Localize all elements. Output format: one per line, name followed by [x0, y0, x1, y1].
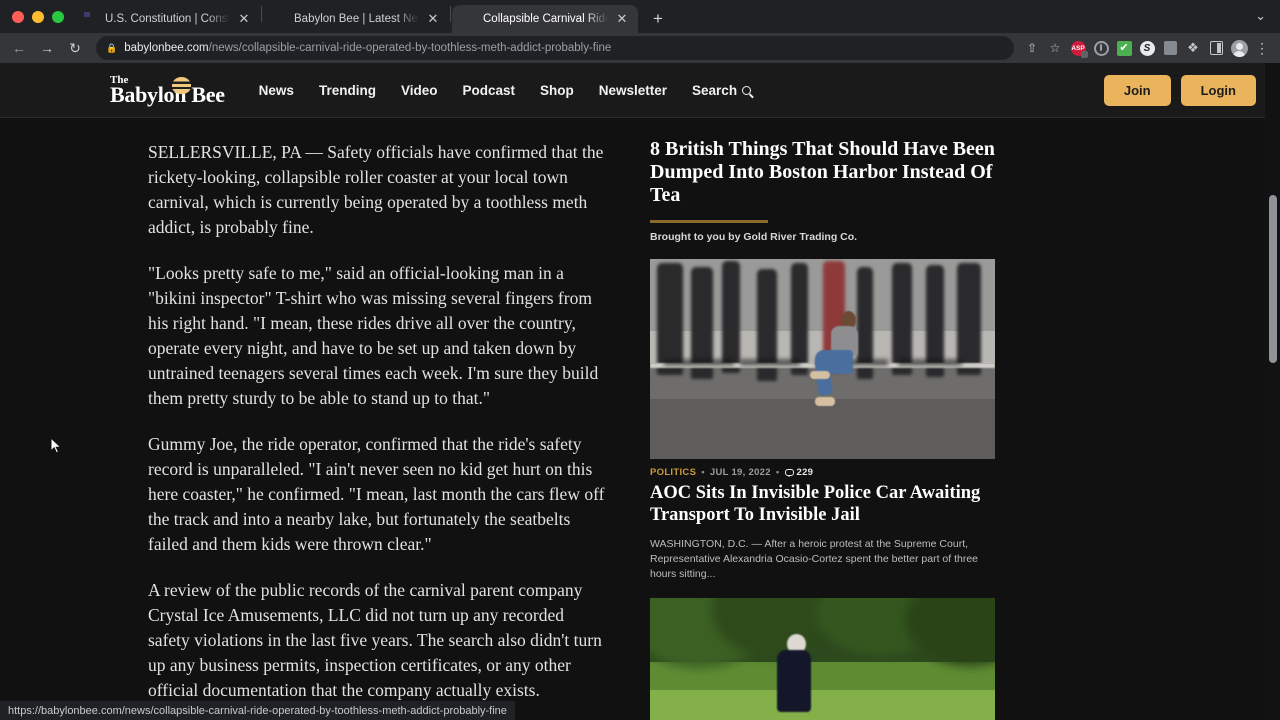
nav-item-newsletter[interactable]: Newsletter — [599, 83, 667, 98]
nav-search-label: Search — [692, 82, 738, 98]
extensions-puzzle-icon[interactable]: ❖ — [1183, 38, 1203, 58]
page-scrollbar[interactable] — [1265, 63, 1280, 720]
card-title[interactable]: AOC Sits In Invisible Police Car Awaitin… — [650, 482, 995, 526]
card-comment-count[interactable]: 229 — [784, 466, 814, 478]
nav-item-podcast[interactable]: Podcast — [462, 83, 515, 98]
checkmark-extension-icon[interactable]: ✔ — [1114, 38, 1134, 58]
maximize-window-button[interactable] — [52, 10, 64, 23]
window-traffic-lights — [8, 0, 74, 33]
nav-item-search[interactable]: Search — [692, 82, 752, 98]
reload-button[interactable]: ↻ — [62, 35, 88, 61]
adblock-asp-extension-icon[interactable]: ASP — [1068, 38, 1088, 58]
card-date: JUL 19, 2022 — [709, 466, 771, 478]
nav-item-shop[interactable]: Shop — [540, 83, 574, 98]
browser-tab-babylon-bee-latest-news[interactable]: Babylon Bee | Latest News ✕ — [263, 5, 449, 33]
us-flag-icon — [84, 12, 98, 26]
nav-item-video[interactable]: Video — [401, 83, 438, 98]
promo-divider — [650, 220, 768, 223]
join-button[interactable]: Join — [1103, 74, 1171, 106]
chrome-menu-kebab-icon[interactable]: ⋮ — [1252, 38, 1272, 58]
card-meta: POLITICS • JUL 19, 2022 • 229 — [650, 467, 995, 478]
article-paragraph: A review of the public records of the ca… — [148, 580, 602, 700]
page-viewport: The Babylon Bee News Trending Video Podc… — [0, 63, 1280, 720]
article-paragraph: SELLERSVILLE, PA — Safety officials have… — [148, 142, 604, 237]
tab-title: Collapsible Carnival Ride Oper — [483, 13, 608, 25]
address-bar[interactable]: 🔒 babylonbee.com /news/collapsible-carni… — [96, 36, 1014, 60]
logo-name-text: Babylon Bee — [110, 81, 225, 107]
profile-avatar-icon[interactable] — [1229, 38, 1249, 58]
card-category[interactable]: POLITICS — [650, 467, 696, 478]
browser-tab-us-constitution[interactable]: U.S. Constitution | Constitutio ✕ — [74, 5, 260, 33]
bee-icon — [172, 76, 191, 94]
promo-title: 8 British Things That Should Have Been D… — [650, 138, 995, 206]
sidebar-card-biden[interactable] — [650, 597, 995, 720]
tab-divider — [261, 5, 262, 22]
tab-strip: U.S. Constitution | Constitutio ✕ Babylo… — [0, 0, 1280, 33]
ghostery-extension-icon[interactable] — [1091, 38, 1111, 58]
header-actions: Join Login — [1103, 74, 1256, 106]
url-host: babylonbee.com — [124, 42, 209, 54]
browser-window: U.S. Constitution | Constitutio ✕ Babylo… — [0, 0, 1280, 720]
link-status-bar: https://babylonbee.com/news/collapsible-… — [0, 701, 515, 720]
site-logo[interactable]: The Babylon Bee — [110, 74, 225, 107]
meta-separator: • — [775, 466, 780, 478]
tab-search-chevron-down-icon[interactable]: ⌄ — [1255, 8, 1266, 24]
aoc-sitting-on-curb-photo[interactable] — [650, 258, 995, 459]
browser-toolbar: ← → ↻ 🔒 babylonbee.com /news/collapsible… — [0, 33, 1280, 63]
sidebar-card-aoc[interactable]: POLITICS • JUL 19, 2022 • 229 AOC Sits I… — [650, 258, 995, 582]
article-paragraph: Gummy Joe, the ride operator, confirmed … — [148, 434, 605, 554]
close-tab-icon[interactable]: ✕ — [615, 12, 629, 26]
tab-divider — [450, 5, 451, 22]
article-body: SELLERSVILLE, PA — Safety officials have… — [0, 128, 650, 720]
card-excerpt: WASHINGTON, D.C. — After a heroic protes… — [650, 537, 979, 580]
close-tab-icon[interactable]: ✕ — [237, 12, 251, 26]
nav-item-trending[interactable]: Trending — [319, 83, 376, 98]
promo-sponsor: Brought to you by Gold River Trading Co. — [650, 230, 858, 243]
forward-button[interactable]: → — [34, 35, 60, 61]
side-panel-icon[interactable] — [1206, 38, 1226, 58]
comment-count-value: 229 — [796, 466, 814, 478]
nav-item-news[interactable]: News — [259, 83, 294, 98]
biden-walking-on-white-house-lawn-photo[interactable] — [650, 597, 995, 720]
bee-icon — [462, 12, 476, 26]
scrollbar-thumb[interactable] — [1269, 195, 1277, 363]
bookmark-star-icon[interactable]: ☆ — [1045, 38, 1065, 58]
back-button[interactable]: ← — [6, 35, 32, 61]
article-paragraph: "Looks pretty safe to me," said an offic… — [148, 263, 599, 408]
new-tab-button[interactable]: + — [644, 5, 672, 33]
grammarly-extension-icon[interactable] — [1160, 38, 1180, 58]
login-button[interactable]: Login — [1180, 74, 1256, 106]
share-icon[interactable]: ⇧ — [1022, 38, 1042, 58]
biden-figure — [774, 633, 816, 720]
sidebar: 8 British Things That Should Have Been D… — [650, 128, 1050, 720]
bee-icon — [273, 12, 287, 26]
sponsored-promo[interactable]: 8 British Things That Should Have Been D… — [650, 138, 1050, 243]
honey-extension-icon[interactable]: S — [1137, 38, 1157, 58]
comment-bubble-icon — [784, 468, 794, 477]
site-header: The Babylon Bee News Trending Video Podc… — [0, 63, 1280, 118]
close-tab-icon[interactable]: ✕ — [426, 12, 440, 26]
toolbar-icon-group: ⇧ ☆ ASP ✔ S ❖ ⋮ — [1022, 38, 1274, 58]
meta-separator: • — [701, 466, 705, 478]
search-icon — [742, 85, 752, 95]
url-path: /news/collapsible-carnival-ride-operated… — [208, 42, 612, 54]
site-nav: News Trending Video Podcast Shop Newslet… — [259, 82, 752, 98]
tab-title: Babylon Bee | Latest News — [294, 13, 419, 25]
tab-title: U.S. Constitution | Constitutio — [105, 13, 230, 25]
lock-icon: 🔒 — [106, 42, 118, 53]
browser-tab-collapsible-carnival-ride[interactable]: Collapsible Carnival Ride Oper ✕ — [452, 5, 638, 33]
aoc-figure — [810, 310, 865, 419]
minimize-window-button[interactable] — [32, 10, 44, 23]
close-window-button[interactable] — [12, 10, 24, 23]
page-content: SELLERSVILLE, PA — Safety officials have… — [0, 118, 1280, 720]
